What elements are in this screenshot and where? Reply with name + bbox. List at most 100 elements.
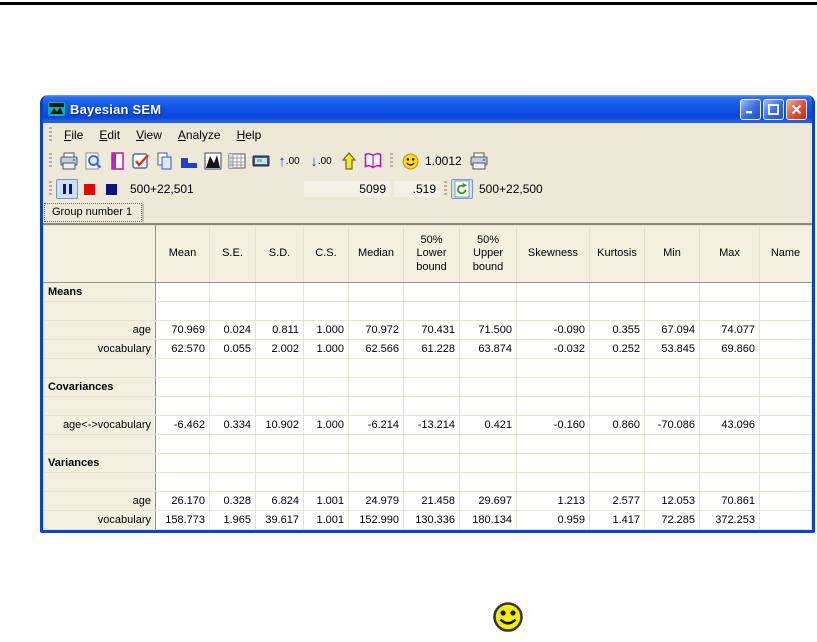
data-row[interactable]: age70.9690.0240.8111.00070.97270.43171.5…	[44, 321, 812, 340]
down-arrow-glyph: ↓	[310, 154, 318, 169]
cell: 6.824	[256, 492, 304, 511]
cell	[645, 473, 700, 492]
cell	[210, 302, 256, 321]
cell	[460, 378, 517, 397]
menu-edit[interactable]: Edit	[91, 125, 128, 145]
data-row[interactable]: vocabulary158.7731.96539.6171.001152.990…	[44, 511, 812, 530]
cell: 0.055	[210, 340, 256, 359]
cell: 61.228	[404, 340, 460, 359]
cell	[156, 359, 210, 378]
menu-gripper[interactable]	[49, 127, 52, 143]
cell: 1.000	[304, 340, 349, 359]
cell	[304, 302, 349, 321]
posterior-page-icon[interactable]	[106, 150, 128, 172]
cell	[460, 359, 517, 378]
row-label	[44, 473, 156, 492]
cell: 0.860	[590, 416, 645, 435]
print-icon-2[interactable]	[468, 150, 490, 172]
cell: -70.086	[645, 416, 700, 435]
data-row[interactable]: age<->vocabulary-6.4620.33410.9021.000-6…	[44, 416, 812, 435]
cell	[760, 340, 812, 359]
cell: 24.979	[349, 492, 404, 511]
data-row[interactable]: age26.1700.3286.8241.00124.97921.45829.6…	[44, 492, 812, 511]
display-icon[interactable]	[250, 150, 272, 172]
cell	[256, 435, 304, 454]
cell	[590, 283, 645, 302]
grid-icon[interactable]	[226, 150, 248, 172]
cell	[304, 397, 349, 416]
square-button[interactable]	[100, 179, 122, 199]
data-row[interactable]: vocabulary62.5700.0552.0021.00062.56661.…	[44, 340, 812, 359]
maximize-button[interactable]	[763, 99, 784, 120]
sampling-gripper-2[interactable]	[444, 181, 447, 197]
cell	[156, 454, 210, 473]
group-tab[interactable]: Group number 1	[44, 203, 142, 222]
bayesian-sem-window: Bayesian SEM File Edit View Analyze Help	[40, 95, 815, 533]
cell	[404, 283, 460, 302]
cell	[460, 283, 517, 302]
print-preview-icon[interactable]	[82, 150, 104, 172]
copy-icon[interactable]	[154, 150, 176, 172]
toolbar-gripper[interactable]	[49, 153, 52, 169]
minimize-button[interactable]	[740, 99, 761, 120]
progress-counter: 500+22,501	[130, 182, 290, 196]
menu-analyze[interactable]: Analyze	[170, 125, 229, 145]
toolbar-gripper-2[interactable]	[390, 153, 393, 169]
cell: 0.959	[517, 511, 590, 530]
increase-decimal-icon[interactable]: ↑.00	[274, 154, 304, 169]
row-label	[44, 435, 156, 454]
cell: -0.032	[517, 340, 590, 359]
cell	[404, 435, 460, 454]
menu-help[interactable]: Help	[229, 125, 270, 145]
cell	[460, 435, 517, 454]
cell: -6.462	[156, 416, 210, 435]
cell	[760, 454, 812, 473]
cell: 1.000	[304, 416, 349, 435]
cell	[517, 283, 590, 302]
cell	[349, 435, 404, 454]
column-header: Name	[760, 226, 812, 283]
cell	[349, 359, 404, 378]
options-checkbox-icon[interactable]	[130, 150, 152, 172]
polygon-plot-icon[interactable]	[202, 150, 224, 172]
cell	[256, 283, 304, 302]
pause-button[interactable]	[56, 179, 78, 199]
sampling-toolbar: 500+22,501 5099 .519 500+22,500	[43, 176, 812, 202]
cell	[645, 435, 700, 454]
cell: 180.134	[460, 511, 517, 530]
title-bar[interactable]: Bayesian SEM	[43, 95, 812, 123]
cell: 0.328	[210, 492, 256, 511]
open-book-icon[interactable]	[362, 150, 384, 172]
cell	[645, 359, 700, 378]
decrease-decimal-icon[interactable]: ↓.00	[306, 154, 336, 169]
row-label	[44, 397, 156, 416]
cell: 0.355	[590, 321, 645, 340]
section-row: Variances	[44, 454, 812, 473]
cell	[156, 283, 210, 302]
stop-button[interactable]	[78, 179, 100, 199]
column-header: Median	[349, 226, 404, 283]
minimize-icon	[745, 104, 756, 115]
cell: 26.170	[156, 492, 210, 511]
section-row: Means	[44, 283, 812, 302]
cell	[349, 397, 404, 416]
print-icon[interactable]	[58, 150, 80, 172]
cell: 39.617	[256, 511, 304, 530]
menu-bar: File Edit View Analyze Help	[43, 123, 812, 146]
sampling-gripper[interactable]	[49, 181, 52, 197]
menu-view[interactable]: View	[128, 125, 170, 145]
row-label: age	[44, 492, 156, 511]
refresh-button[interactable]	[451, 179, 473, 199]
cell	[210, 454, 256, 473]
close-button[interactable]	[786, 99, 807, 120]
cell	[210, 359, 256, 378]
column-header: S.D.	[256, 226, 304, 283]
cell: 63.874	[460, 340, 517, 359]
ascend-arrow-icon[interactable]	[338, 150, 360, 172]
column-header: 50% Lower bound	[404, 226, 460, 283]
menu-file[interactable]: File	[56, 125, 91, 145]
histogram-icon[interactable]	[178, 150, 200, 172]
cell: 1.000	[304, 321, 349, 340]
header-row: MeanS.E.S.D.C.S.Median50% Lower bound50%…	[44, 226, 812, 283]
cell	[349, 473, 404, 492]
